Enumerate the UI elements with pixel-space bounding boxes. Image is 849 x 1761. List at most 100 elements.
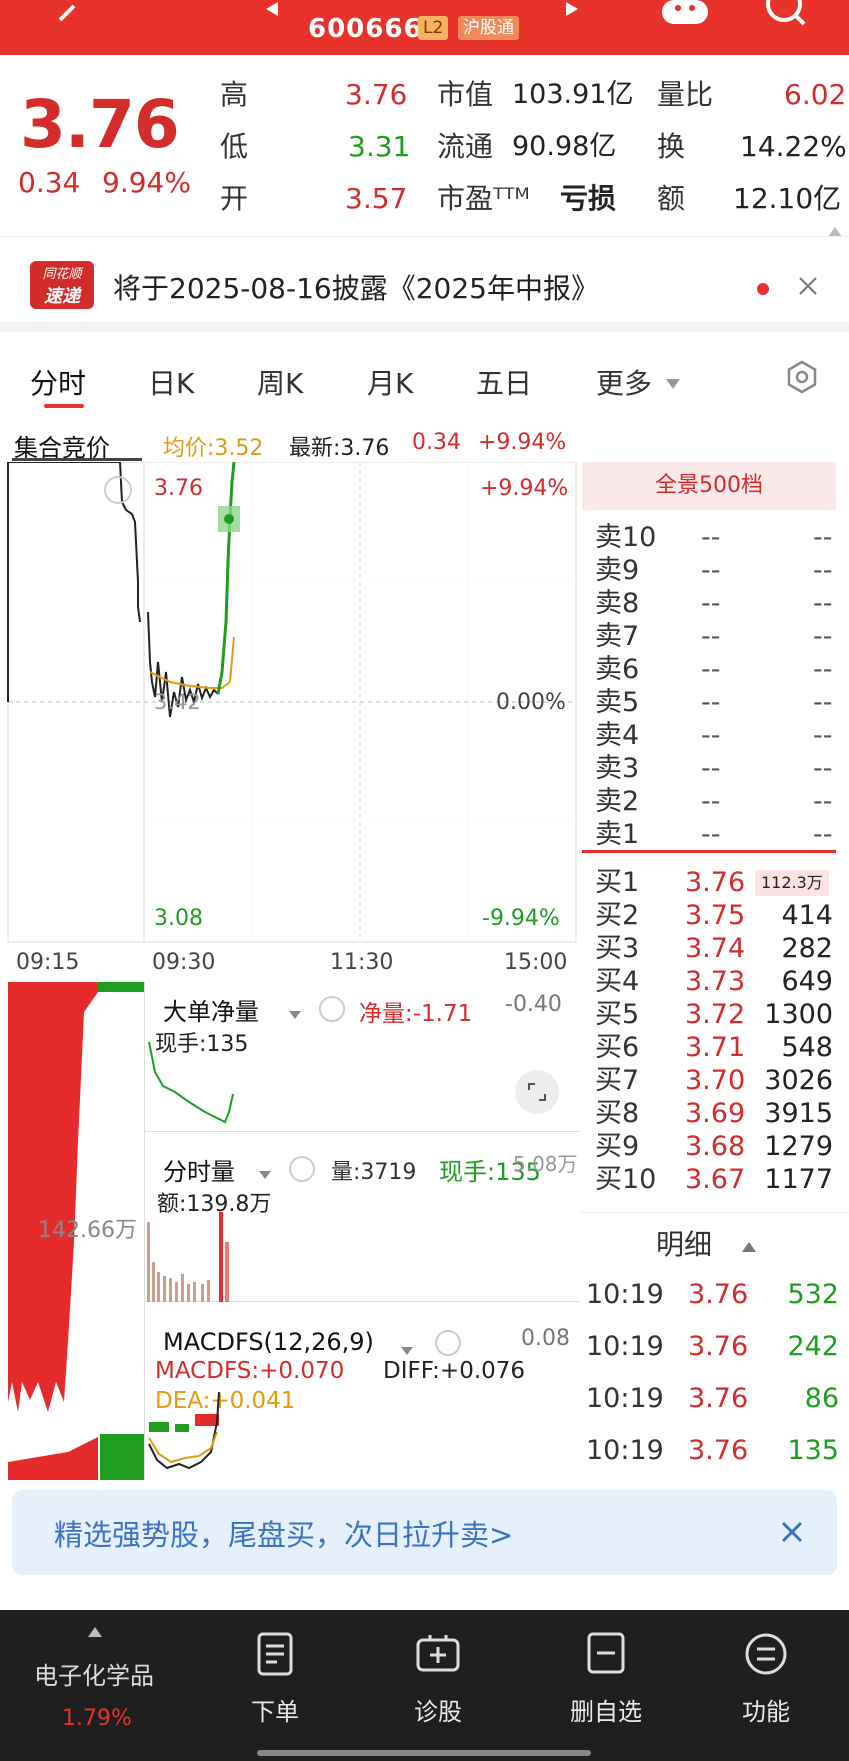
big-net-dropdown-icon[interactable] <box>289 1004 301 1019</box>
buy-level-row[interactable]: 买7 3.70 3026 <box>595 1064 845 1097</box>
detail-header[interactable]: 明细 <box>580 1212 849 1272</box>
big-net-title[interactable]: 大单净量 <box>163 992 259 1027</box>
sell-level-price: -- <box>701 621 721 652</box>
tab-daily-k[interactable]: 日K <box>148 362 194 402</box>
amount-value: 12.10亿 <box>733 182 842 215</box>
sell-level-label: 卖8 <box>595 588 640 619</box>
sell-level-row[interactable]: 卖2 -- -- <box>595 785 845 818</box>
close-promo-icon[interactable] <box>780 1520 804 1544</box>
tab-more[interactable]: 更多 <box>596 362 652 402</box>
sell-level-row[interactable]: 卖1 -- -- <box>595 818 845 851</box>
trade-detail-row[interactable]: 10:19 3.76 532 <box>586 1275 841 1315</box>
volume-panel[interactable]: 分时量 量:3719 现手:135 5.08万 额:139.8万 <box>144 1132 580 1302</box>
bottom-toolbar: 电子化学品 1.79% 下单 诊股 删自选 功能 <box>0 1610 849 1761</box>
big-net-panel[interactable]: 大单净量 净量:-1.71 -0.40 现手:135 <box>144 982 580 1132</box>
buy-level-price: 3.72 <box>685 999 746 1030</box>
sell-level-row[interactable]: 卖3 -- -- <box>595 752 845 785</box>
sell-level-row[interactable]: 卖9 -- -- <box>595 554 845 587</box>
remove-watchlist-button[interactable]: 删自选 <box>543 1610 669 1730</box>
back-icon[interactable] <box>50 4 84 38</box>
notice-text: 将于2025-08-16披露《2025年中报》 <box>113 272 599 305</box>
big-net-help-icon[interactable] <box>319 996 345 1022</box>
order-button[interactable]: 下单 <box>215 1610 335 1730</box>
chart-pct-bottom: -9.94% <box>482 906 560 931</box>
sell-level-row[interactable]: 卖8 -- -- <box>595 587 845 620</box>
tab-monthly-k[interactable]: 月K <box>367 362 413 402</box>
close-notice-icon[interactable] <box>797 275 819 297</box>
buy-level-price: 3.71 <box>685 1032 746 1063</box>
trade-time: 10:19 <box>586 1383 664 1414</box>
buy-level-price: 3.68 <box>685 1131 746 1162</box>
trade-time: 10:19 <box>586 1435 664 1466</box>
sell-level-row[interactable]: 卖7 -- -- <box>595 620 845 653</box>
volume-dropdown-icon[interactable] <box>259 1164 271 1179</box>
macd-title[interactable]: MACDFS(12,26,9) <box>163 1328 374 1356</box>
expand-quote-icon[interactable] <box>828 222 842 237</box>
fullscreen-icon[interactable] <box>515 1070 559 1114</box>
tab-intraday[interactable]: 分时 <box>30 362 86 402</box>
title-bar: 600666 L2 沪股通 <box>0 0 849 55</box>
buy-level-row[interactable]: 买10 3.67 1177 <box>595 1163 845 1196</box>
buy-level-label: 买5 <box>595 999 640 1030</box>
tab-weekly-k[interactable]: 周K <box>257 362 303 402</box>
promo-banner[interactable]: 精选强势股，尾盘买，次日拉升卖> <box>12 1490 837 1575</box>
buy-level-volume: 414 <box>781 900 833 931</box>
volume-title[interactable]: 分时量 <box>163 1152 235 1187</box>
volume-help-icon[interactable] <box>289 1156 315 1182</box>
buy-level-row[interactable]: 买1 3.76 112.3万 <box>595 866 845 899</box>
buy-level-volume: 1279 <box>764 1131 833 1162</box>
buy-level-label: 买1 <box>595 867 640 898</box>
macd-help-icon[interactable] <box>435 1330 461 1356</box>
level2-badge: L2 <box>418 16 449 40</box>
trade-detail-row[interactable]: 10:19 3.76 135 <box>586 1431 841 1471</box>
sell-level-volume: -- <box>813 555 833 586</box>
more-dropdown-icon <box>666 374 680 389</box>
buy-level-row[interactable]: 买6 3.71 548 <box>595 1031 845 1064</box>
panorama-500-button[interactable]: 全景500档 <box>582 462 836 510</box>
tab-active-indicator <box>44 404 84 408</box>
time-label-1130: 11:30 <box>330 950 394 975</box>
sell-level-price: -- <box>701 753 721 784</box>
buy-level-row[interactable]: 买2 3.75 414 <box>595 899 845 932</box>
buy-level-row[interactable]: 买9 3.68 1279 <box>595 1130 845 1163</box>
mktcap-value: 103.91亿 <box>512 79 634 110</box>
notice-bar[interactable]: 同花顺 速递 将于2025-08-16披露《2025年中报》 <box>0 236 849 332</box>
next-stock-icon[interactable] <box>566 2 582 18</box>
promo-text: 精选强势股，尾盘买，次日拉升卖> <box>54 1518 514 1552</box>
buy-level-row[interactable]: 买4 3.73 649 <box>595 965 845 998</box>
message-icon[interactable] <box>660 0 710 26</box>
notice-dot <box>757 283 769 295</box>
macd-panel[interactable]: MACDFS(12,26,9) 0.08 MACDFS:+0.070 DIFF:… <box>144 1302 580 1480</box>
detail-collapse-icon[interactable] <box>742 1237 756 1252</box>
sell-level-volume: -- <box>813 753 833 784</box>
sell-level-price: -- <box>701 654 721 685</box>
tab-five-day[interactable]: 五日 <box>476 362 532 402</box>
sell-level-label: 卖9 <box>595 555 640 586</box>
buy-level-label: 买6 <box>595 1032 640 1063</box>
sector-button[interactable]: 电子化学品 1.79% <box>20 1610 170 1731</box>
sell-level-row[interactable]: 卖10 -- -- <box>595 521 845 554</box>
macd-value: MACDFS:+0.070 <box>155 1358 345 1384</box>
buy-level-row[interactable]: 买3 3.74 282 <box>595 932 845 965</box>
trade-detail-row[interactable]: 10:19 3.76 86 <box>586 1379 841 1419</box>
diagnose-button[interactable]: 诊股 <box>378 1610 498 1730</box>
sell-level-row[interactable]: 卖5 -- -- <box>595 686 845 719</box>
function-button[interactable]: 功能 <box>706 1610 826 1730</box>
big-net-right: -0.40 <box>505 992 562 1017</box>
sell-level-row[interactable]: 卖6 -- -- <box>595 653 845 686</box>
macd-dropdown-icon[interactable] <box>401 1340 413 1355</box>
sell-level-price: -- <box>701 720 721 751</box>
settings-icon[interactable] <box>785 360 819 394</box>
sell-level-row[interactable]: 卖4 -- -- <box>595 719 845 752</box>
search-icon[interactable] <box>760 0 810 30</box>
buy-level-row[interactable]: 买5 3.72 1300 <box>595 998 845 1031</box>
intraday-chart[interactable]: 3.76 +9.94% 3.42 0.00% 3.08 -9.94% <box>0 461 580 952</box>
buy-level-price: 3.74 <box>685 933 746 964</box>
buy-level-price: 3.73 <box>685 966 746 997</box>
prev-stock-icon[interactable] <box>262 2 278 18</box>
big-net-value: 净量:-1.71 <box>359 1001 473 1027</box>
buy-level-row[interactable]: 买8 3.69 3915 <box>595 1097 845 1130</box>
trade-detail-row[interactable]: 10:19 3.76 242 <box>586 1327 841 1367</box>
buy-level-price: 3.75 <box>685 900 746 931</box>
volume-value: 量:3719 <box>331 1160 417 1185</box>
